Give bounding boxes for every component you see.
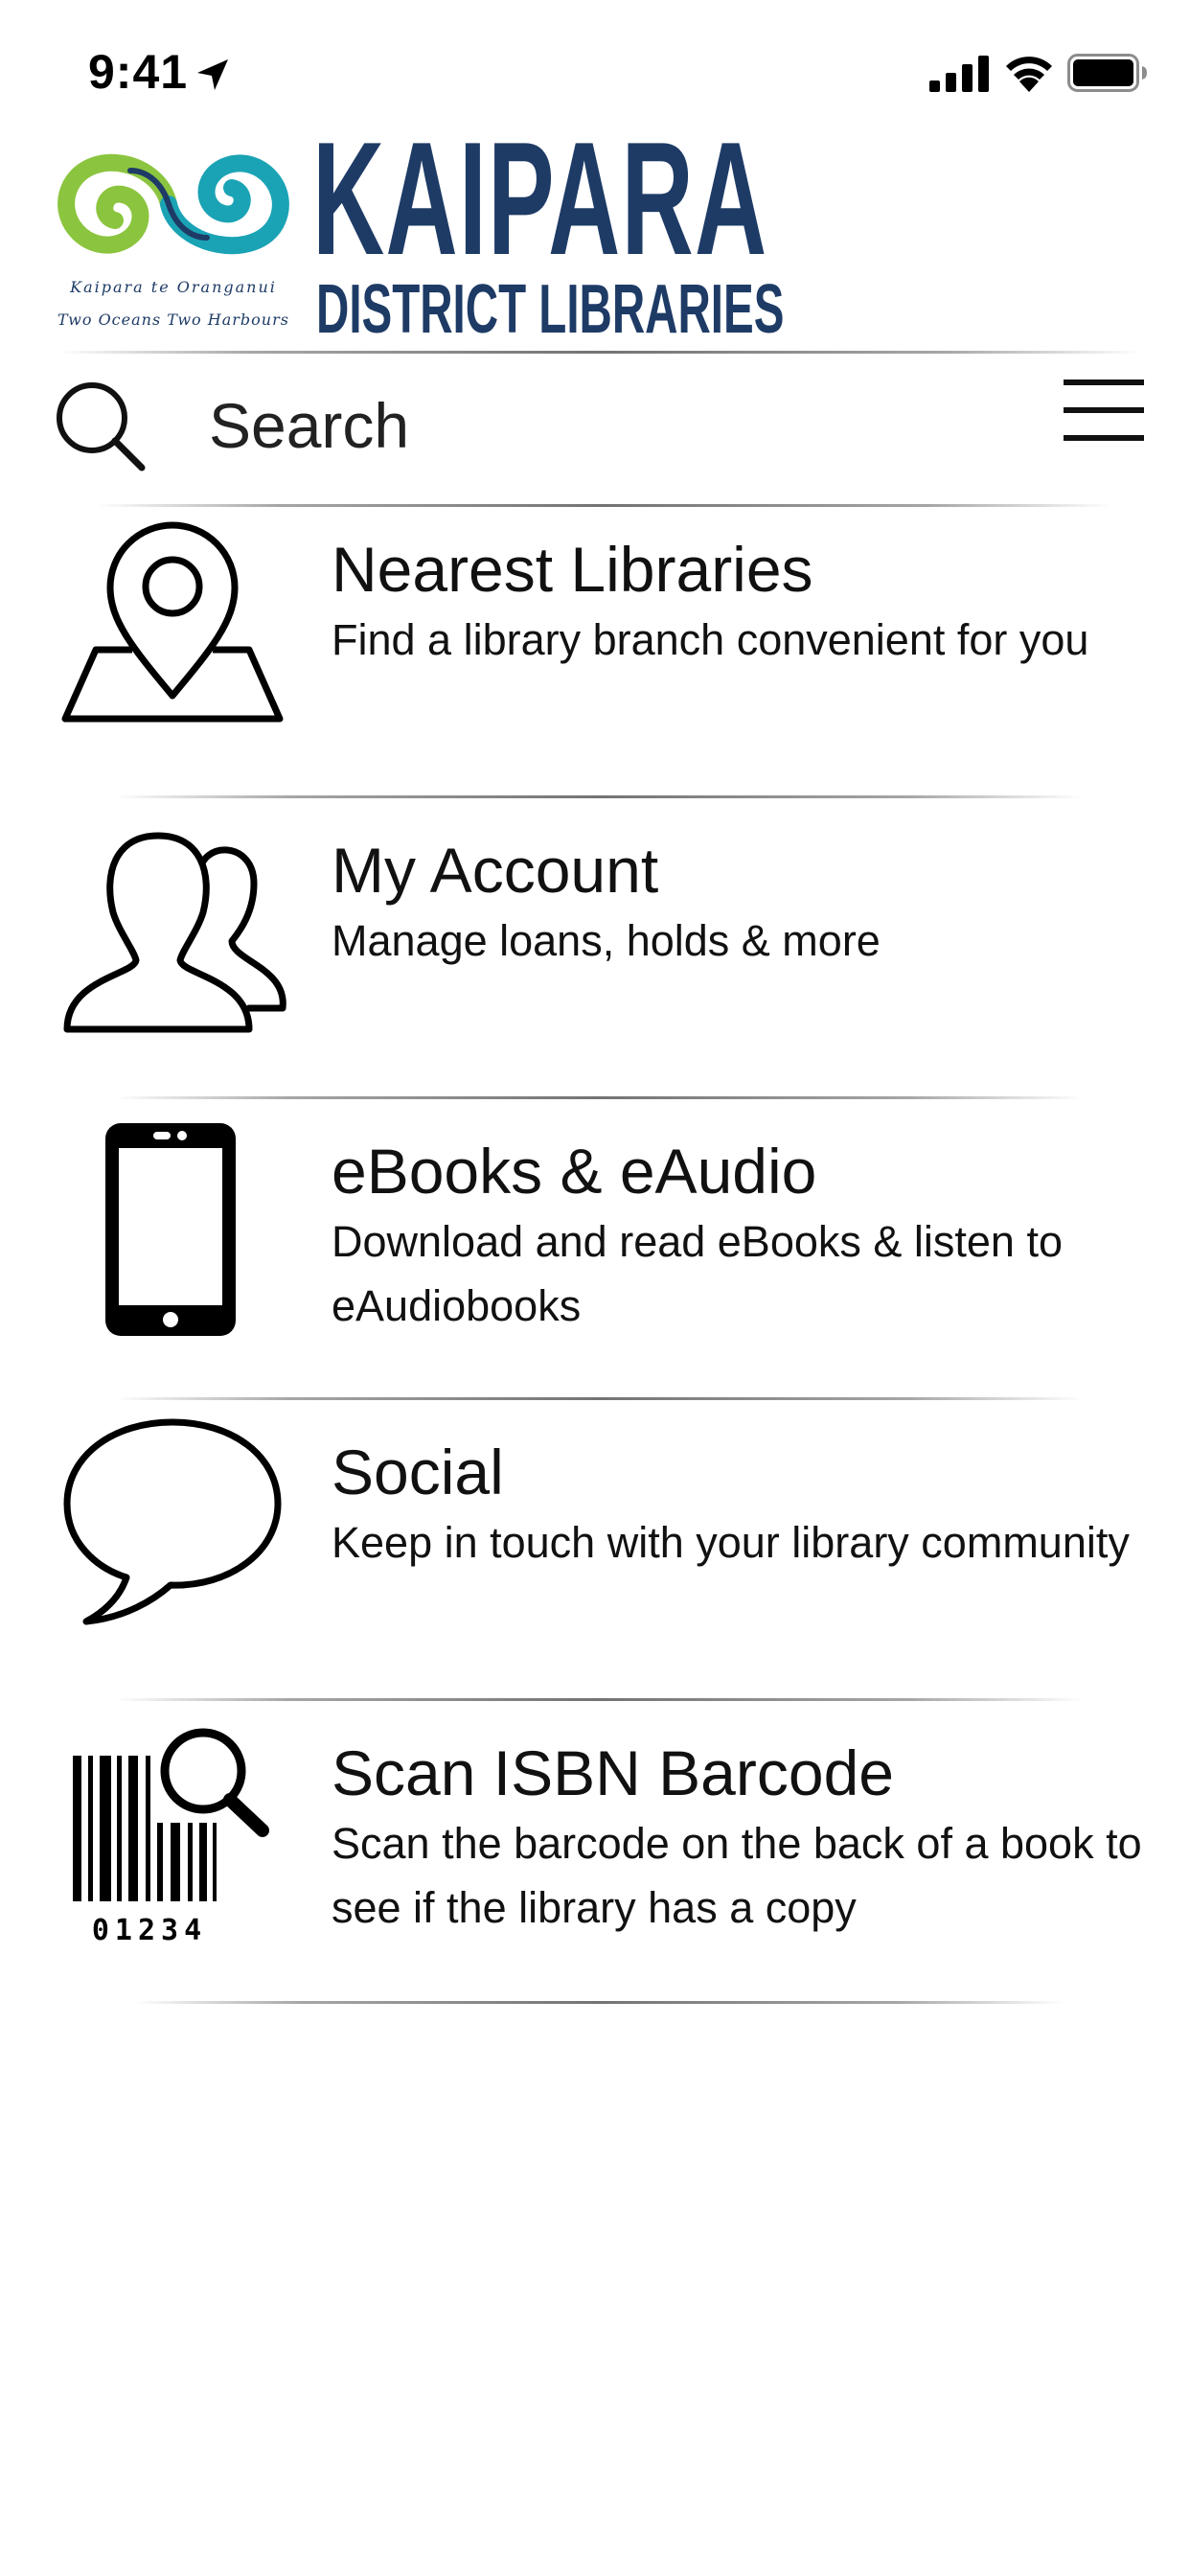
logo-subtitle: DISTRICT LIBRARIES (316, 271, 785, 348)
menu-item-social[interactable]: Social Keep in touch with your library c… (0, 1409, 1190, 1708)
menu-item-title: Nearest Libraries (332, 534, 813, 605)
location-arrow-icon (197, 59, 228, 90)
users-icon (63, 832, 286, 1033)
menu-item-title: eBooks & eAudio (332, 1136, 817, 1207)
menu-item-title: My Account (332, 835, 659, 906)
menu-item-description: Manage loans, holds & more (332, 916, 881, 965)
status-time: 9:41 (88, 45, 189, 99)
logo-wordmark: KAIPARA (312, 108, 768, 288)
menu-item-description: Download and read eBooks & listen to eAu… (332, 1217, 1063, 1330)
cellular-signal-icon (929, 56, 989, 92)
menu-item-nearest-libraries[interactable]: Nearest Libraries Find a library branch … (0, 506, 1190, 805)
menu-item-description: Keep in touch with your library communit… (332, 1518, 1130, 1567)
menu-divider (115, 1698, 1083, 1701)
menu-item-title: Social (332, 1437, 504, 1507)
menu-item-my-account[interactable]: My Account Manage loans, holds & more (0, 807, 1190, 1106)
battery-icon (1067, 54, 1147, 92)
search-icon[interactable] (52, 378, 148, 473)
library-logo: Kaipara te Oranganui Two Oceans Two Harb… (54, 118, 784, 344)
menu-divider (115, 795, 1083, 798)
menu-item-description: Scan the barcode on the back of a book t… (332, 1819, 1142, 1932)
koru-logo-icon (57, 153, 289, 255)
header-divider (57, 351, 1140, 354)
search-bar (0, 356, 1190, 504)
logo-tagline: Kaipara te Oranganui (70, 278, 277, 296)
wifi-icon (1006, 57, 1052, 92)
menu-divider (115, 1096, 1083, 1099)
hamburger-menu-icon[interactable] (1064, 376, 1144, 445)
menu-item-title: Scan ISBN Barcode (332, 1737, 894, 1808)
barcode-search-icon: 01234 (73, 1728, 269, 1947)
menu-divider (134, 2001, 1064, 2004)
menu-item-ebooks-eaudio[interactable]: eBooks & eAudio Download and read eBooks… (0, 1108, 1190, 1407)
menu-item-scan-isbn[interactable]: 01234 Scan ISBN Barcode Scan the barcode… (0, 1710, 1190, 2009)
menu-item-description: Find a library branch convenient for you (332, 615, 1089, 664)
logo-tagline-secondary: Two Oceans Two Harbours (57, 310, 289, 329)
map-pin-icon (61, 521, 284, 723)
search-input[interactable] (209, 385, 995, 466)
speech-bubble-icon (63, 1418, 282, 1625)
smartphone-icon (105, 1123, 236, 1336)
barcode-digits: 01234 (92, 1914, 207, 1947)
menu-divider (115, 1397, 1083, 1400)
